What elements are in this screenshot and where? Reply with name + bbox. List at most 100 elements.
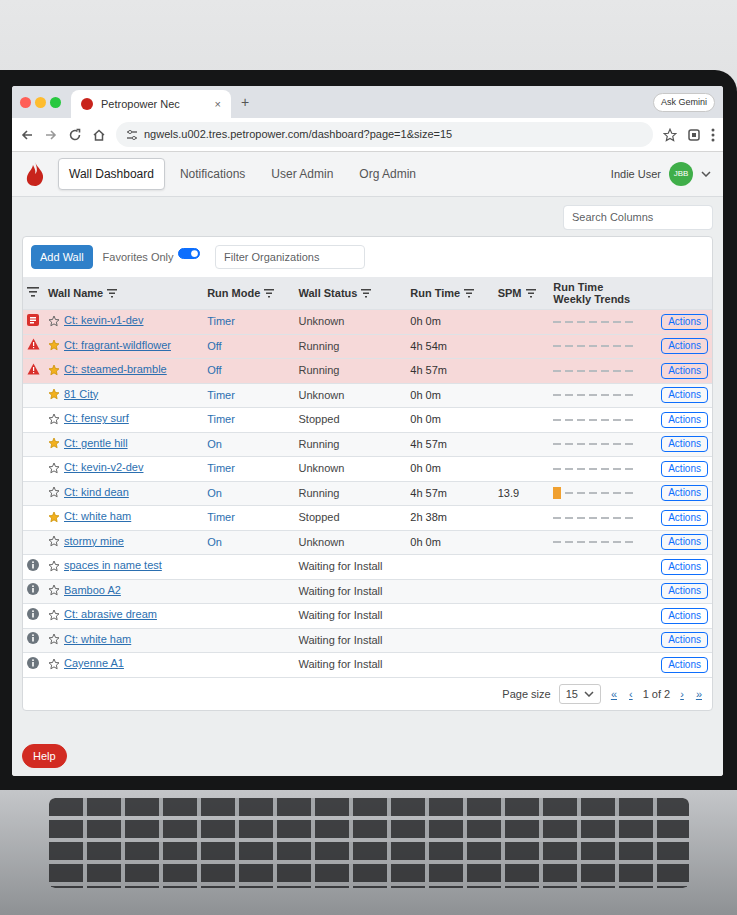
sort-icon[interactable]	[264, 289, 274, 298]
help-button[interactable]: Help	[22, 744, 67, 769]
browser-menu-icon[interactable]	[711, 128, 715, 142]
user-menu[interactable]: Indie UserJBB	[611, 162, 711, 186]
favorite-star-icon[interactable]	[48, 511, 60, 523]
column-header[interactable]: Run Time Weekly Trends	[549, 277, 645, 310]
actions-button[interactable]: Actions	[661, 534, 708, 550]
column-search[interactable]	[563, 205, 713, 230]
url-field[interactable]: ngwels.u002.tres.petropower.com/dashboar…	[116, 122, 653, 147]
wall-name-link[interactable]: spaces in name test	[64, 558, 162, 573]
user-avatar[interactable]: JBB	[669, 162, 693, 186]
wall-name-link[interactable]: Ct: kevin-v1-dev	[64, 313, 143, 328]
sort-icon[interactable]	[361, 289, 371, 298]
reload-icon[interactable]	[68, 128, 82, 142]
actions-button[interactable]: Actions	[661, 387, 708, 403]
actions-button[interactable]: Actions	[661, 338, 708, 354]
actions-button[interactable]: Actions	[661, 608, 708, 624]
wall-name-link[interactable]: Cayenne A1	[64, 656, 124, 671]
column-header[interactable]: Wall Name	[44, 277, 203, 310]
last-page-button[interactable]: »	[694, 686, 704, 703]
actions-button[interactable]: Actions	[661, 485, 708, 501]
filter-icon[interactable]	[27, 287, 39, 297]
actions-button[interactable]: Actions	[661, 632, 708, 648]
previous-page-button[interactable]: ‹	[627, 686, 635, 703]
column-header[interactable]: Run Mode	[203, 277, 294, 310]
favorite-star-icon[interactable]	[48, 633, 60, 645]
favorite-star-icon[interactable]	[48, 609, 60, 621]
wall-name-link[interactable]: 81 City	[64, 387, 98, 402]
table-row[interactable]: Bamboo A2Waiting for InstallActions	[23, 579, 712, 604]
run-mode[interactable]: On	[207, 536, 222, 548]
first-page-button[interactable]: «	[609, 686, 619, 703]
actions-button[interactable]: Actions	[661, 363, 708, 379]
assistant-badge[interactable]: Ask Gemini	[653, 93, 715, 113]
sort-icon[interactable]	[464, 289, 474, 298]
app-tab[interactable]: User Admin	[260, 158, 344, 190]
favorite-star-icon[interactable]	[48, 315, 60, 327]
wall-name-link[interactable]: Ct: white ham	[64, 632, 131, 647]
table-row[interactable]: Ct: white hamWaiting for InstallActions	[23, 628, 712, 653]
favorite-star-icon[interactable]	[48, 437, 60, 449]
organization-filter[interactable]	[215, 245, 365, 270]
favorite-star-icon[interactable]	[48, 339, 60, 351]
favorite-star-icon[interactable]	[48, 584, 60, 596]
back-icon[interactable]	[20, 128, 34, 142]
actions-button[interactable]: Actions	[661, 461, 708, 477]
window-control-dot[interactable]	[50, 97, 61, 108]
extensions-icon[interactable]	[687, 128, 701, 142]
actions-button[interactable]: Actions	[661, 314, 708, 330]
favorite-star-icon[interactable]	[48, 560, 60, 572]
column-header[interactable]: SPM	[494, 277, 550, 310]
table-row[interactable]: Ct: steamed-brambleOffRunning4h 57mActio…	[23, 359, 712, 384]
table-row[interactable]: Ct: kevin-v2-devTimerUnknown0h 0mActions	[23, 457, 712, 482]
wall-name-link[interactable]: Ct: kevin-v2-dev	[64, 460, 143, 475]
wall-name-link[interactable]: Ct: abrasive dream	[64, 607, 157, 622]
dropdown-caret-icon[interactable]	[701, 171, 711, 177]
wall-name-link[interactable]: stormy mine	[64, 534, 124, 549]
favorites-switch[interactable]	[178, 248, 200, 259]
site-settings-icon[interactable]	[126, 129, 138, 141]
table-row[interactable]: Ct: fragrant-wildflowerOffRunning4h 54mA…	[23, 334, 712, 359]
flame-logo-icon[interactable]	[24, 161, 46, 187]
favorite-star-icon[interactable]	[48, 658, 60, 670]
forward-icon[interactable]	[44, 128, 58, 142]
page-size-select[interactable]: 15	[559, 684, 601, 705]
actions-button[interactable]: Actions	[661, 559, 708, 575]
tab-close-button[interactable]: ×	[215, 96, 221, 113]
favorite-star-icon[interactable]	[48, 388, 60, 400]
table-row[interactable]: Cayenne A1Waiting for InstallActions	[23, 653, 712, 678]
favorite-star-icon[interactable]	[48, 462, 60, 474]
app-tab[interactable]: Notifications	[169, 158, 256, 190]
table-row[interactable]: Ct: abrasive dreamWaiting for InstallAct…	[23, 604, 712, 629]
table-row[interactable]: Ct: white hamTimerStopped2h 38mActions	[23, 506, 712, 531]
wall-name-link[interactable]: Ct: gentle hill	[64, 436, 128, 451]
window-control-dot[interactable]	[35, 97, 46, 108]
filter-header[interactable]	[23, 277, 44, 310]
next-page-button[interactable]: ›	[678, 686, 686, 703]
app-tab[interactable]: Org Admin	[348, 158, 427, 190]
favorite-star-icon[interactable]	[48, 413, 60, 425]
favorite-star-icon[interactable]	[48, 486, 60, 498]
new-tab-button[interactable]: +	[241, 92, 249, 118]
actions-button[interactable]: Actions	[661, 436, 708, 452]
run-mode[interactable]: Timer	[207, 315, 235, 327]
run-mode[interactable]: Off	[207, 364, 221, 376]
favorite-star-icon[interactable]	[48, 535, 60, 547]
table-row[interactable]: stormy mineOnUnknown0h 0mActions	[23, 530, 712, 555]
table-row[interactable]: Ct: kevin-v1-devTimerUnknown0h 0mActions	[23, 310, 712, 335]
run-mode[interactable]: Off	[207, 340, 221, 352]
actions-button[interactable]: Actions	[661, 657, 708, 673]
actions-button[interactable]: Actions	[661, 583, 708, 599]
table-row[interactable]: 81 CityTimerUnknown0h 0mActions	[23, 383, 712, 408]
wall-name-link[interactable]: Ct: fragrant-wildflower	[64, 338, 171, 353]
run-mode[interactable]: Timer	[207, 462, 235, 474]
wall-name-link[interactable]: Ct: white ham	[64, 509, 131, 524]
table-row[interactable]: Ct: gentle hillOnRunning4h 57mActions	[23, 432, 712, 457]
browser-tab[interactable]: Petropower Nec×	[71, 90, 231, 119]
app-tab[interactable]: Wall Dashboard	[58, 158, 165, 190]
run-mode[interactable]: Timer	[207, 389, 235, 401]
table-row[interactable]: spaces in name testWaiting for InstallAc…	[23, 555, 712, 580]
actions-button[interactable]: Actions	[661, 412, 708, 428]
run-mode[interactable]: Timer	[207, 413, 235, 425]
column-header[interactable]: Wall Status	[295, 277, 407, 310]
wall-name-link[interactable]: Ct: steamed-bramble	[64, 362, 167, 377]
